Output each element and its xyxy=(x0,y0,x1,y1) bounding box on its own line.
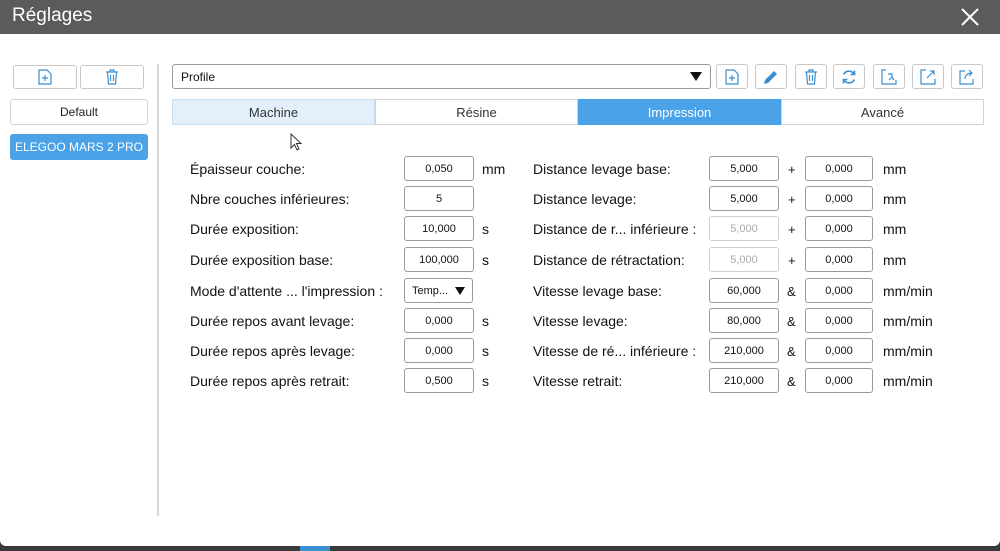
profile-dropdown[interactable]: Profile xyxy=(172,64,711,89)
add-file-icon xyxy=(725,68,739,85)
sidebar-divider xyxy=(157,64,159,516)
lift-distance-extra-input[interactable]: 0,000 xyxy=(805,186,873,211)
wait-after-retract-label: Durée repos après retrait: xyxy=(190,373,350,389)
bottom-retract-speed-label: Vitesse de ré... inférieure : xyxy=(533,343,697,359)
wait-before-lift-input[interactable]: 0,000 xyxy=(404,308,474,333)
import-icon xyxy=(881,68,897,85)
wait-mode-value: Temp... xyxy=(412,284,449,297)
dropdown-arrow-icon xyxy=(690,72,702,81)
lift-distance-op: + xyxy=(788,192,796,207)
bottom-retract-distance-input: 5,000 xyxy=(709,216,779,241)
bottom-exposure-unit: s xyxy=(482,252,489,268)
profile-item-default[interactable]: Default xyxy=(10,99,148,125)
bottom-retract-speed-input[interactable]: 210,000 xyxy=(709,338,779,363)
retract-speed-input[interactable]: 210,000 xyxy=(709,368,779,393)
bottom-exposure-label: Durée exposition base: xyxy=(190,252,334,268)
close-icon[interactable] xyxy=(958,5,982,29)
bottom-lift-speed-label: Vitesse levage base: xyxy=(533,283,662,299)
layer-height-unit: mm xyxy=(482,161,506,177)
title-bar: Réglages xyxy=(0,0,1000,34)
lift-speed-label: Vitesse levage: xyxy=(533,313,628,329)
export-icon xyxy=(920,68,936,85)
new-profile-button[interactable] xyxy=(716,64,748,89)
exposure-label: Durée exposition: xyxy=(190,221,299,237)
export-alt-button[interactable] xyxy=(951,64,983,89)
retract-distance-input: 5,000 xyxy=(709,247,779,272)
lift-speed-input[interactable]: 80,000 xyxy=(709,308,779,333)
lift-distance-input[interactable]: 5,000 xyxy=(709,186,779,211)
bottom-lift-distance-extra-input[interactable]: 0,000 xyxy=(805,156,873,181)
bottom-retract-distance-op: + xyxy=(788,222,796,237)
bottom-lift-distance-input[interactable]: 5,000 xyxy=(709,156,779,181)
background-accent xyxy=(300,546,330,551)
bottom-retract-speed-unit: mm/min xyxy=(883,343,933,359)
bottom-lift-speed-extra-input[interactable]: 0,000 xyxy=(805,278,873,303)
bottom-layers-label: Nbre couches inférieures: xyxy=(190,191,350,207)
pencil-icon xyxy=(764,70,777,84)
add-profile-button[interactable] xyxy=(13,65,77,89)
exposure-unit: s xyxy=(482,221,489,237)
bottom-lift-distance-label: Distance levage base: xyxy=(533,161,671,177)
trash-icon xyxy=(805,68,817,85)
tab-resine[interactable]: Résine xyxy=(375,99,578,125)
retract-speed-unit: mm/min xyxy=(883,373,933,389)
import-button[interactable] xyxy=(873,64,905,89)
profile-dropdown-value: Profile xyxy=(181,69,216,84)
layer-height-label: Épaisseur couche: xyxy=(190,161,306,177)
bottom-lift-distance-unit: mm xyxy=(883,161,907,177)
retract-distance-label: Distance de rétractation: xyxy=(533,252,685,268)
edit-profile-button[interactable] xyxy=(755,64,787,89)
bottom-lift-speed-unit: mm/min xyxy=(883,283,933,299)
wait-before-lift-unit: s xyxy=(482,313,489,329)
mouse-cursor-icon xyxy=(290,133,303,151)
wait-mode-dropdown[interactable]: Temp... xyxy=(404,278,473,303)
lift-speed-extra-input[interactable]: 0,000 xyxy=(805,308,873,333)
settings-window: Réglages Default ELEGOO MARS 2 PRO Profi… xyxy=(0,0,1000,546)
background-strip xyxy=(0,546,1000,551)
tab-avance[interactable]: Avancé xyxy=(781,99,984,125)
retract-distance-op: + xyxy=(788,253,796,268)
bottom-retract-speed-op: & xyxy=(787,344,796,359)
retract-speed-label: Vitesse retrait: xyxy=(533,373,623,389)
wait-after-lift-label: Durée repos après levage: xyxy=(190,343,355,359)
bottom-lift-distance-op: + xyxy=(788,162,796,177)
refresh-button[interactable] xyxy=(833,64,865,89)
bottom-retract-distance-label: Distance de r... inférieure : xyxy=(533,221,697,237)
lift-distance-label: Distance levage: xyxy=(533,191,637,207)
wait-after-lift-unit: s xyxy=(482,343,489,359)
wait-before-lift-label: Durée repos avant levage: xyxy=(190,313,355,329)
retract-speed-extra-input[interactable]: 0,000 xyxy=(805,368,873,393)
retract-distance-unit: mm xyxy=(883,252,907,268)
lift-distance-unit: mm xyxy=(883,191,907,207)
retract-speed-op: & xyxy=(787,374,796,389)
wait-after-lift-input[interactable]: 0,000 xyxy=(404,338,474,363)
export-alt-icon xyxy=(959,69,974,85)
bottom-lift-speed-op: & xyxy=(787,284,796,299)
bottom-lift-speed-input[interactable]: 60,000 xyxy=(709,278,779,303)
tab-impression[interactable]: Impression xyxy=(578,99,781,125)
delete-button[interactable] xyxy=(795,64,827,89)
bottom-layers-input[interactable]: 5 xyxy=(404,186,474,211)
tab-machine[interactable]: Machine xyxy=(172,99,375,125)
layer-height-input[interactable]: 0,050 xyxy=(404,156,474,181)
wait-after-retract-input[interactable]: 0,500 xyxy=(404,368,474,393)
window-title: Réglages xyxy=(12,5,93,26)
delete-profile-button[interactable] xyxy=(80,65,144,89)
chevron-down-icon xyxy=(455,287,465,295)
bottom-retract-speed-extra-input[interactable]: 0,000 xyxy=(805,338,873,363)
wait-mode-label: Mode d'attente ... l'impression : xyxy=(190,283,383,299)
lift-speed-op: & xyxy=(787,314,796,329)
profile-item-elegoo-mars-2-pro[interactable]: ELEGOO MARS 2 PRO xyxy=(10,134,148,160)
export-button[interactable] xyxy=(912,64,944,89)
exposure-input[interactable]: 10,000 xyxy=(404,216,474,241)
lift-speed-unit: mm/min xyxy=(883,313,933,329)
bottom-exposure-input[interactable]: 100,000 xyxy=(404,247,474,272)
refresh-icon xyxy=(842,69,856,84)
bottom-retract-distance-extra-input[interactable]: 0,000 xyxy=(805,216,873,241)
retract-distance-extra-input[interactable]: 0,000 xyxy=(805,247,873,272)
bottom-retract-distance-unit: mm xyxy=(883,221,907,237)
add-file-icon xyxy=(38,69,52,85)
trash-icon xyxy=(106,69,118,85)
wait-after-retract-unit: s xyxy=(482,373,489,389)
